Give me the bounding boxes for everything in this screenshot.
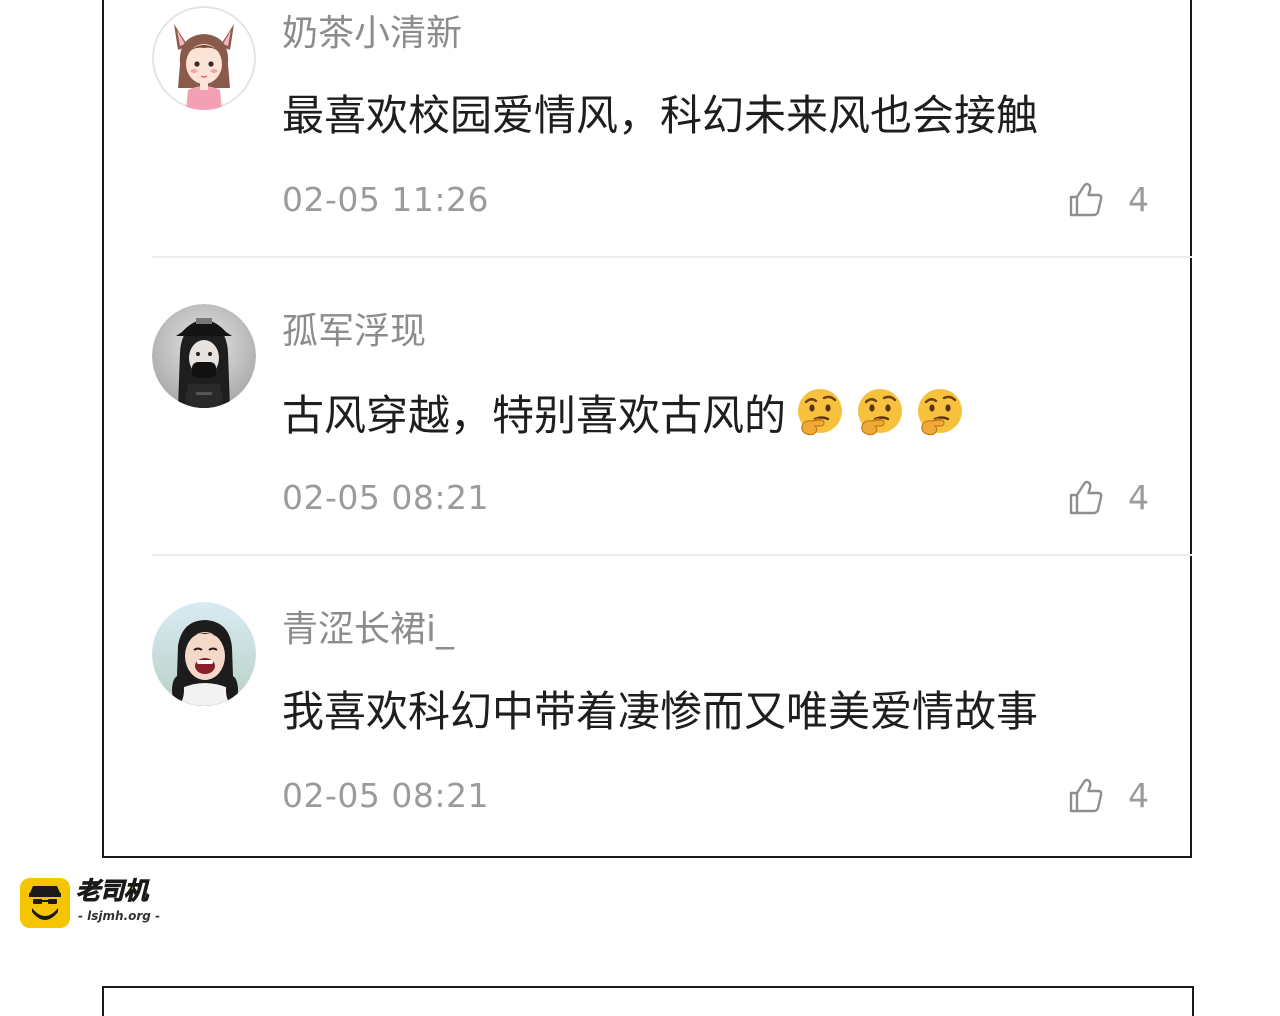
user-avatar[interactable] xyxy=(152,602,256,706)
comment-text-content: 古风穿越，特别喜欢古风的 xyxy=(282,391,787,440)
username[interactable]: 青涩长裙i_ xyxy=(282,608,454,652)
laughing-girl-avatar-icon xyxy=(152,602,256,706)
watermark-title: 老司机 xyxy=(76,877,149,906)
like-count: 4 xyxy=(1128,180,1149,219)
comment-timestamp: 02-05 08:21 xyxy=(282,478,489,517)
comments-panel: 奶茶小清新 最喜欢校园爱情风，科幻未来风也会接触 02-05 11:26 4 孤… xyxy=(102,0,1192,858)
thumbs-up-icon xyxy=(1069,480,1103,515)
like-count: 4 xyxy=(1128,776,1149,815)
username[interactable]: 孤军浮现 xyxy=(282,310,426,354)
comment-text: 最喜欢校园爱情风，科幻未来风也会接触 xyxy=(282,91,1039,140)
comment-item: 孤军浮现 古风穿越，特别喜欢古风的 02-05 08:21 4 xyxy=(152,298,1192,596)
comment-item: 奶茶小清新 最喜欢校园爱情风，科幻未来风也会接触 02-05 11:26 4 xyxy=(152,0,1192,298)
thumbs-up-icon xyxy=(1069,182,1103,217)
site-watermark: 老司机 - lsjmh.org - xyxy=(20,877,180,928)
comment-timestamp: 02-05 11:26 xyxy=(282,180,489,219)
like-button[interactable]: 4 xyxy=(1066,178,1149,222)
username[interactable]: 奶茶小清新 xyxy=(282,12,462,56)
comment-divider xyxy=(152,256,1192,258)
comment-text: 古风穿越，特别喜欢古风的 xyxy=(282,386,966,444)
driver-mascot-icon xyxy=(20,878,70,928)
masked-girl-avatar-icon xyxy=(152,304,256,408)
thinking-face-emoji-icon xyxy=(798,389,843,436)
comment-divider xyxy=(152,554,1192,556)
user-avatar[interactable] xyxy=(152,6,256,110)
watermark-url: - lsjmh.org - xyxy=(78,909,161,923)
comment-timestamp: 02-05 08:21 xyxy=(282,776,489,815)
like-button[interactable]: 4 xyxy=(1066,774,1149,818)
next-panel-edge xyxy=(102,986,1194,1016)
thinking-face-emoji-icon xyxy=(858,389,903,436)
thumbs-up-icon xyxy=(1069,778,1103,813)
thinking-face-emoji-icon xyxy=(918,389,963,436)
comment-item: 青涩长裙i_ 我喜欢科幻中带着凄惨而又唯美爱情故事 02-05 08:21 4 xyxy=(152,596,1192,894)
like-count: 4 xyxy=(1128,478,1149,517)
like-button[interactable]: 4 xyxy=(1066,476,1149,520)
user-avatar[interactable] xyxy=(152,304,256,408)
comment-text: 我喜欢科幻中带着凄惨而又唯美爱情故事 xyxy=(282,687,1039,736)
cat-ear-girl-avatar-icon xyxy=(152,6,256,110)
